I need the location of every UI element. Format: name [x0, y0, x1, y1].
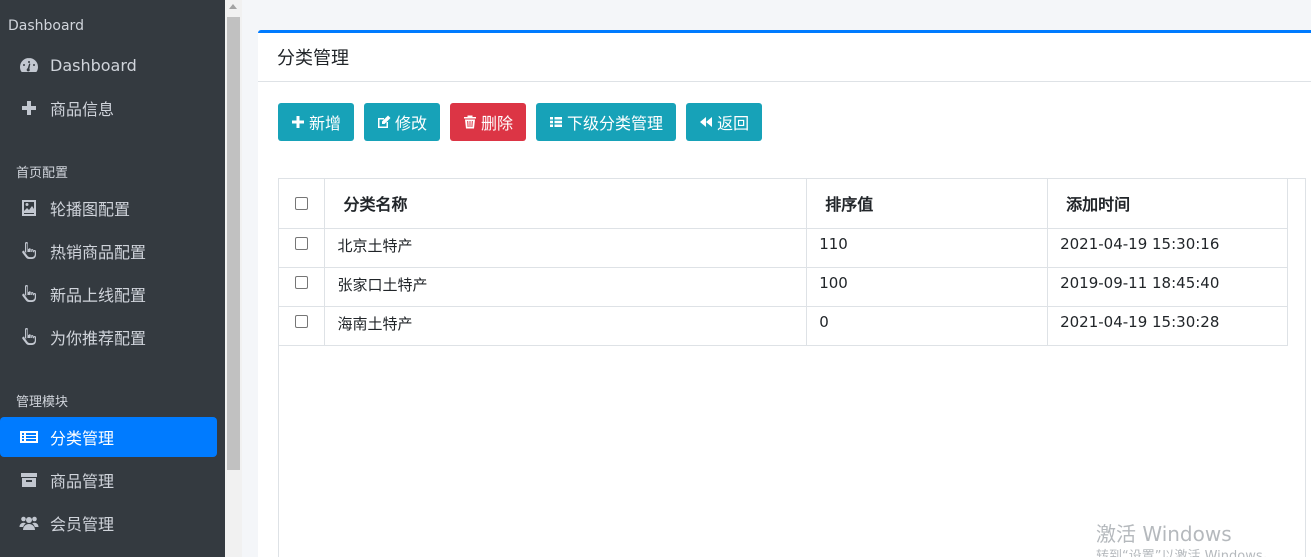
edit-button[interactable]: 修改 [364, 103, 441, 141]
scroll-up-arrow-icon[interactable] [229, 4, 237, 9]
sidebar-item-carousel[interactable]: 轮播图配置 [0, 188, 217, 228]
sidebar-item-recommend[interactable]: 为你推荐配置 [0, 317, 217, 357]
row-checkbox[interactable] [295, 275, 309, 289]
sidebar-item-dashboard[interactable]: Dashboard [0, 45, 217, 85]
trash-icon [463, 115, 477, 129]
hand-pointer-icon [18, 327, 40, 347]
edit-button-label: 修改 [395, 114, 428, 133]
plus-icon [291, 115, 305, 129]
sidebar-item-label: 商品管理 [50, 472, 115, 491]
sidebar-section-home: 首页配置 [16, 166, 69, 181]
column-header-time[interactable]: 添加时间 [1047, 179, 1288, 229]
row-checkbox-cell [279, 267, 326, 307]
row-checkbox[interactable] [295, 236, 309, 250]
sidebar-item-label: 新品上线配置 [50, 286, 147, 305]
category-table: 分类名称 排序值 添加时间 北京土特产 110 2021-04-19 15:30… [279, 179, 1288, 346]
cell-time: 2019-09-11 18:45:40 [1047, 267, 1288, 307]
sidebar-header[interactable]: Dashboard [8, 18, 84, 34]
table-row[interactable]: 张家口土特产 100 2019-09-11 18:45:40 [279, 267, 1288, 307]
cell-time: 2021-04-19 15:30:16 [1047, 228, 1288, 268]
sidebar-item-members[interactable]: 会员管理 [0, 503, 217, 543]
sidebar-item-label: 轮播图配置 [50, 200, 131, 219]
row-checkbox-cell [279, 306, 326, 346]
card-title: 分类管理 [258, 33, 1311, 82]
sidebar-item-category[interactable]: 分类管理 [0, 417, 217, 457]
sidebar-item-label: 分类管理 [50, 429, 115, 448]
sidebar-item-goods[interactable]: 商品管理 [0, 460, 217, 500]
list-icon [549, 115, 563, 129]
sidebar: Dashboard Dashboard 商品信息 首页配置 轮播图配置 热销商品… [0, 0, 225, 557]
delete-button-label: 删除 [481, 114, 514, 133]
cell-rank: 110 [806, 228, 1049, 268]
table-row[interactable]: 北京土特产 110 2021-04-19 15:30:16 [279, 228, 1288, 268]
sub-category-button-label: 下级分类管理 [567, 114, 664, 133]
edit-icon [377, 115, 391, 129]
sidebar-item-new[interactable]: 新品上线配置 [0, 274, 217, 314]
tachometer-icon [18, 55, 40, 75]
sidebar-item-label: 为你推荐配置 [50, 329, 147, 348]
select-all-checkbox[interactable] [295, 196, 309, 210]
activation-watermark-subtitle: 转到“设置”以激活 Windows。 [1096, 549, 1276, 557]
users-icon [18, 513, 40, 533]
select-all-cell [279, 179, 326, 229]
column-header-rank[interactable]: 排序值 [806, 179, 1049, 229]
cell-rank: 0 [806, 306, 1049, 346]
category-table-container: 分类名称 排序值 添加时间 北京土特产 110 2021-04-19 15:30… [278, 178, 1306, 557]
activation-watermark-title: 激活 Windows [1096, 522, 1232, 546]
sidebar-item-product-info[interactable]: 商品信息 [0, 88, 217, 128]
cell-time: 2021-04-19 15:30:28 [1047, 306, 1288, 346]
backward-icon [699, 115, 713, 129]
sidebar-item-hot[interactable]: 热销商品配置 [0, 231, 217, 271]
row-checkbox-cell [279, 228, 326, 268]
column-header-name[interactable]: 分类名称 [324, 179, 808, 229]
table-row[interactable]: 海南土特产 0 2021-04-19 15:30:28 [279, 306, 1288, 346]
sidebar-scrollbar[interactable] [225, 0, 242, 557]
cell-name: 北京土特产 [324, 228, 808, 268]
sidebar-section-manage: 管理模块 [16, 395, 69, 410]
image-icon [18, 198, 40, 218]
sidebar-item-label: 会员管理 [50, 515, 115, 534]
row-checkbox[interactable] [295, 314, 309, 328]
list-icon [18, 427, 40, 447]
sidebar-item-label: 商品信息 [50, 100, 115, 119]
back-button[interactable]: 返回 [686, 103, 763, 141]
archive-icon [18, 470, 40, 490]
sidebar-item-label: 热销商品配置 [50, 243, 147, 262]
scroll-thumb[interactable] [227, 17, 240, 470]
toolbar: 新增 修改 删除 下级分类管理 返回 [278, 103, 763, 141]
plus-icon [18, 98, 40, 118]
sub-category-button[interactable]: 下级分类管理 [536, 103, 677, 141]
cell-name: 海南土特产 [324, 306, 808, 346]
back-button-label: 返回 [717, 114, 750, 133]
cell-rank: 100 [806, 267, 1049, 307]
hand-pointer-icon [18, 284, 40, 304]
table-header-row: 分类名称 排序值 添加时间 [279, 179, 1288, 229]
add-button-label: 新增 [309, 114, 342, 133]
sidebar-item-label: Dashboard [50, 55, 137, 75]
cell-name: 张家口土特产 [324, 267, 808, 307]
hand-pointer-icon [18, 241, 40, 261]
delete-button[interactable]: 删除 [450, 103, 527, 141]
category-card: 分类管理 新增 修改 删除 下级分类管理 返回 分类名称 排序值 添加时间 北京… [258, 30, 1311, 557]
add-button[interactable]: 新增 [278, 103, 355, 141]
